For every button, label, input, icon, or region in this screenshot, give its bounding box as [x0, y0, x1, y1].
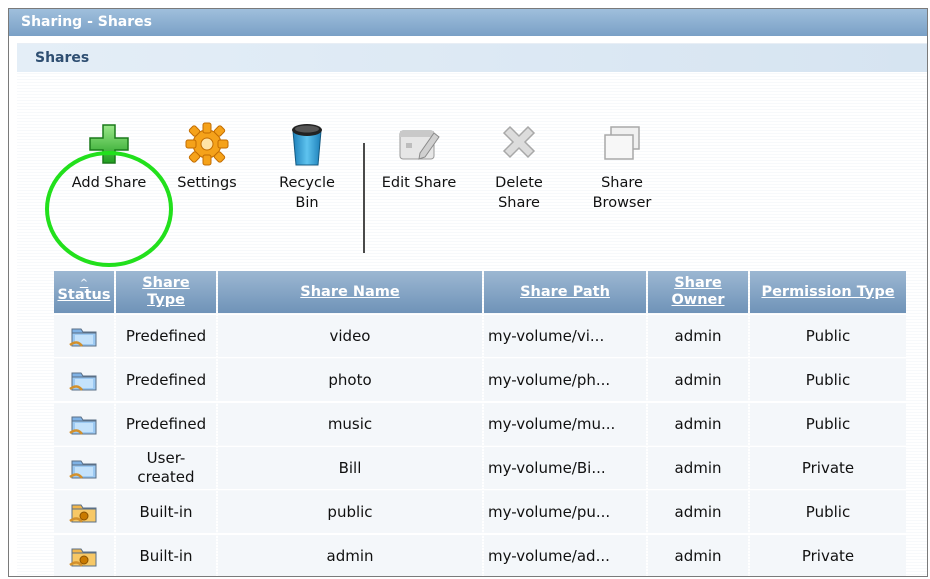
- shares-window: Sharing - Shares Shares Add Share Settin…: [8, 8, 928, 577]
- share-name-cell: video: [218, 315, 482, 357]
- share-type-cell: Built-in: [116, 491, 216, 533]
- column-status[interactable]: ^ Status: [54, 271, 114, 313]
- settings-label: Settings: [177, 175, 237, 191]
- edit-share-icon: [399, 130, 440, 160]
- share-owner-cell: admin: [648, 315, 748, 357]
- share-owner-cell: admin: [648, 491, 748, 533]
- builtin-folder-icon: [69, 547, 99, 567]
- table-row[interactable]: Predefined music my-volume/mu... admin Publi…: [54, 403, 906, 445]
- share-name-cell: public: [218, 491, 482, 533]
- delete-share-button[interactable]: Delete Share: [481, 121, 557, 213]
- status-cell: [54, 359, 114, 401]
- share-path-cell: my-volume/ph...: [484, 359, 646, 401]
- share-browser-label-1: Share: [601, 175, 643, 191]
- permission-type-cell: Public: [750, 403, 906, 445]
- share-path-cell: my-volume/ad...: [484, 535, 646, 576]
- share-type-cell: Built-in: [116, 535, 216, 576]
- status-cell: [54, 491, 114, 533]
- column-share-type[interactable]: Share Type: [116, 271, 216, 313]
- share-name-cell: music: [218, 403, 482, 445]
- delete-share-label-1: Delete: [495, 175, 543, 191]
- recycle-bin-label-2: Bin: [295, 195, 319, 211]
- table-row[interactable]: Predefined photo my-volume/ph... admin Publi…: [54, 359, 906, 401]
- window-title: Sharing - Shares: [9, 9, 927, 36]
- delete-share-label-2: Share: [498, 195, 540, 211]
- share-name-cell: admin: [218, 535, 482, 576]
- share-name-cell: Bill: [218, 447, 482, 489]
- settings-button[interactable]: Settings: [169, 121, 245, 193]
- edit-share-label: Edit Share: [381, 175, 457, 191]
- column-permission-type[interactable]: Permission Type: [750, 271, 906, 313]
- share-browser-icon: [604, 126, 640, 160]
- section-title: Shares: [17, 43, 927, 72]
- shared-folder-icon: [69, 459, 99, 479]
- share-type-cell: Predefined: [116, 403, 216, 445]
- share-path-cell: my-volume/pu...: [484, 491, 646, 533]
- permission-type-cell: Public: [750, 491, 906, 533]
- toolbar: Add Share Settings Recycle Bin Edit Shar…: [17, 105, 717, 267]
- share-type-cell: Predefined: [116, 359, 216, 401]
- status-cell: [54, 447, 114, 489]
- share-path-cell: my-volume/Bi...: [484, 447, 646, 489]
- add-share-highlight-circle: [45, 151, 173, 267]
- status-cell: [54, 403, 114, 445]
- status-cell: [54, 315, 114, 357]
- builtin-folder-icon: [69, 503, 99, 523]
- recycle-bin-icon: [292, 124, 322, 166]
- share-owner-cell: admin: [648, 403, 748, 445]
- share-path-cell: my-volume/mu...: [484, 403, 646, 445]
- column-share-name[interactable]: Share Name: [218, 271, 482, 313]
- column-share-owner[interactable]: Share Owner: [648, 271, 748, 313]
- gear-icon: [185, 122, 229, 166]
- edit-share-button[interactable]: Edit Share: [373, 121, 465, 193]
- share-type-cell: Predefined: [116, 315, 216, 357]
- permission-type-cell: Public: [750, 315, 906, 357]
- share-browser-label-2: Browser: [592, 195, 652, 211]
- shares-section: Shares Add Share Settings Recycle Bin Ed…: [17, 43, 927, 576]
- status-cell: [54, 535, 114, 576]
- shared-folder-icon: [69, 371, 99, 391]
- delete-x-icon: [502, 125, 536, 159]
- share-browser-button[interactable]: Share Browser: [577, 121, 667, 213]
- share-type-cell: User-created: [116, 447, 216, 489]
- table-row[interactable]: Built-in admin my-volume/ad... admin Private: [54, 535, 906, 576]
- recycle-bin-label-1: Recycle: [279, 175, 335, 191]
- shared-folder-icon: [69, 415, 99, 435]
- shares-table: ^ Status Share Type Share Name Share Pat…: [52, 269, 908, 576]
- share-path-cell: my-volume/vi...: [484, 315, 646, 357]
- table-row[interactable]: Predefined video my-volume/vi... admin Publi…: [54, 315, 906, 357]
- permission-type-cell: Private: [750, 447, 906, 489]
- table-row[interactable]: User-created Bill my-volume/Bi... admin Priv…: [54, 447, 906, 489]
- share-name-cell: photo: [218, 359, 482, 401]
- recycle-bin-button[interactable]: Recycle Bin: [267, 121, 347, 213]
- permission-type-cell: Private: [750, 535, 906, 576]
- shared-folder-icon: [69, 327, 99, 347]
- share-owner-cell: admin: [648, 535, 748, 576]
- share-owner-cell: admin: [648, 359, 748, 401]
- column-share-path[interactable]: Share Path: [484, 271, 646, 313]
- share-owner-cell: admin: [648, 447, 748, 489]
- table-header-row: ^ Status Share Type Share Name Share Pat…: [54, 271, 906, 313]
- toolbar-separator: [363, 143, 365, 253]
- table-row[interactable]: Built-in public my-volume/pu... admin Public: [54, 491, 906, 533]
- permission-type-cell: Public: [750, 359, 906, 401]
